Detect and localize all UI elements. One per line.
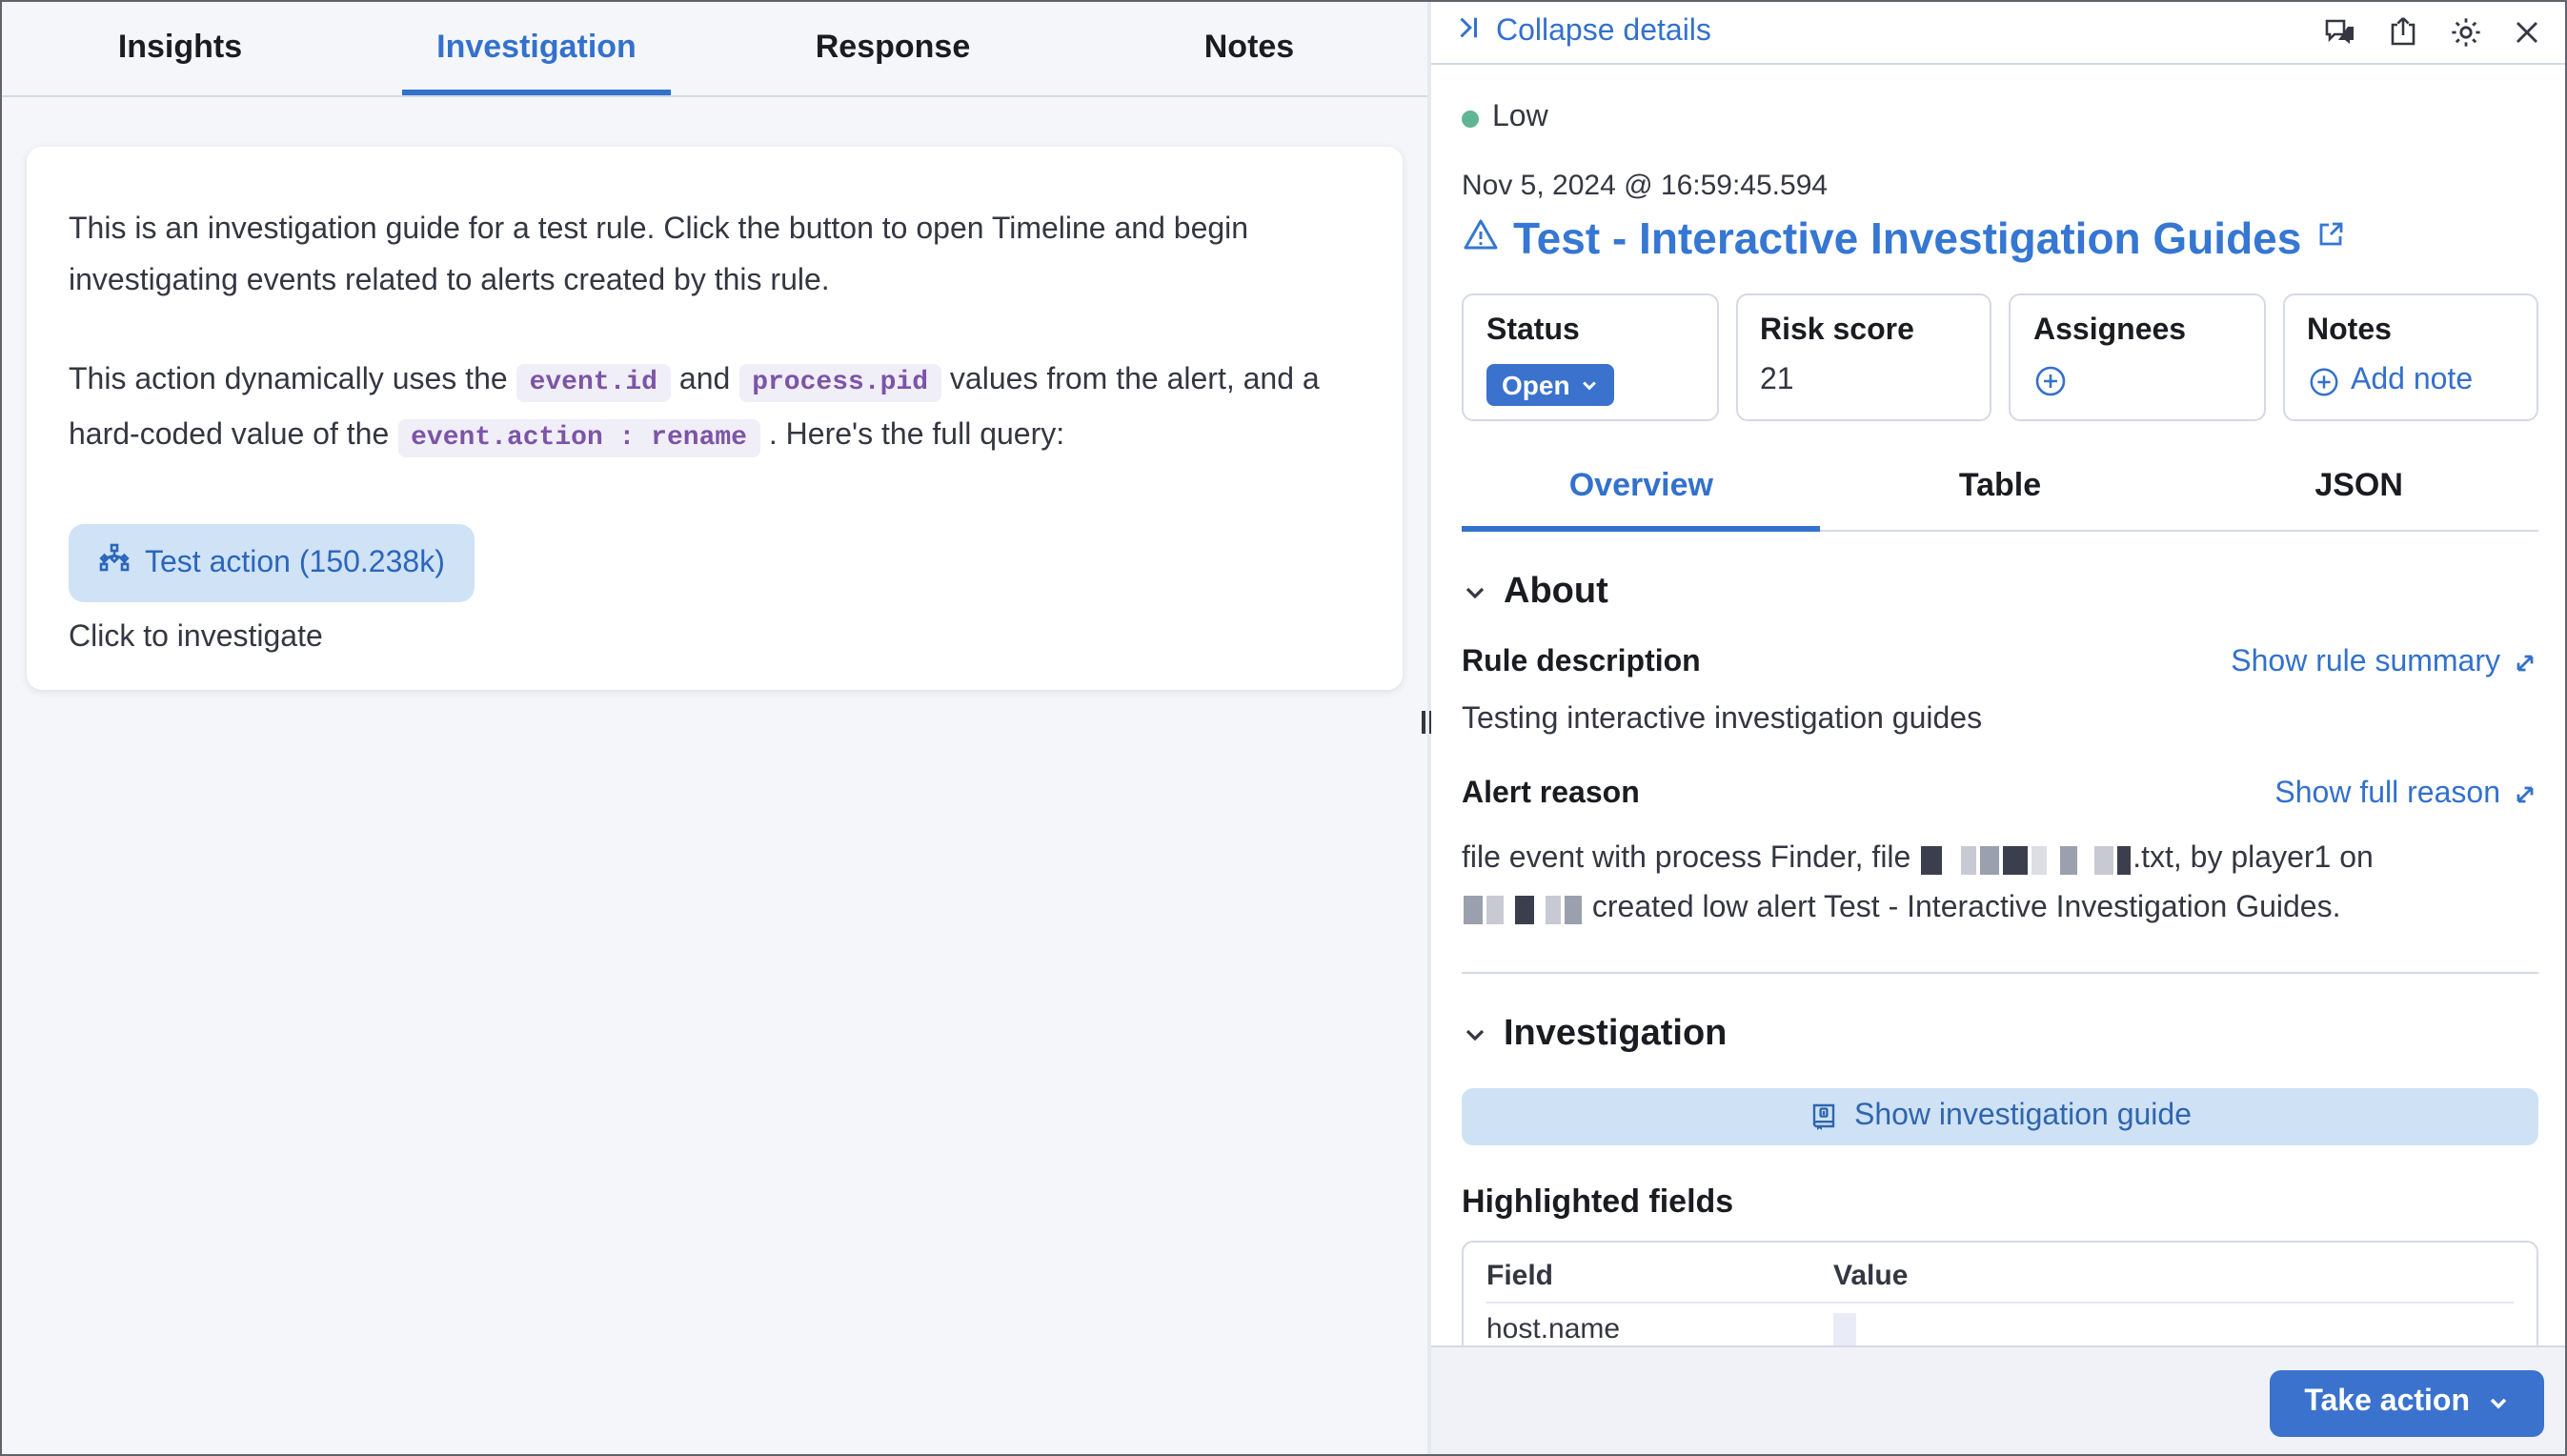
guide-paragraph-1: This is an investigation guide for a tes… [69,204,1361,307]
warning-icon [1462,214,1500,262]
add-note-button[interactable]: Add note [2307,364,2473,398]
status-card: Status Open [1462,293,1718,421]
plus-circle-icon [2033,364,2068,398]
redacted-block [1980,846,1999,875]
flyout-tab-bar: Overview Table JSON [1462,448,2538,532]
redacted-block [1464,896,1483,924]
redacted-block [1486,896,1504,924]
notes-card: Notes Add note [2282,293,2538,421]
redacted-block [2060,846,2077,875]
field-value [1833,1312,2514,1345]
assignees-card: Assignees [2009,293,2265,421]
tab-json[interactable]: JSON [2179,448,2538,532]
gear-icon[interactable] [2449,15,2483,50]
flyout-header-icons [2323,15,2542,50]
alert-title-row: Test - Interactive Investigation Guides [1462,212,2538,265]
close-icon[interactable] [2512,17,2542,48]
show-investigation-guide-button[interactable]: Show investigation guide [1462,1088,2538,1145]
redacted-block [1921,846,1942,875]
tab-notes[interactable]: Notes [1071,4,1427,95]
guide-paragraph-2: This action dynamically uses the event.i… [69,354,1361,465]
left-panel: Insights Investigation Response Notes Th… [2,2,1427,1456]
plus-circle-icon [2307,365,2339,397]
redacted-block [1961,846,1976,875]
flyout-header: Collapse details [1431,2,2567,65]
code-event-id: event.id [516,364,671,402]
severity-row: Low [1462,101,2538,135]
about-section-toggle[interactable]: About [1462,572,2538,614]
redacted-block [1546,896,1561,924]
add-assignee-button[interactable] [2033,364,2068,398]
redacted-block [1515,896,1534,924]
alert-details-flyout: Collapse details [1431,2,2567,1456]
show-full-reason-link[interactable]: Show full reason [2274,778,2538,812]
summary-cards-row: Status Open Risk score 21 Assignees [1462,293,2538,421]
tab-overview[interactable]: Overview [1462,448,1821,532]
redacted-block [2003,846,2028,875]
expand-icon [2512,781,2538,808]
redacted-block [1833,1312,1856,1345]
share-icon[interactable] [2386,15,2420,50]
severity-label: Low [1492,101,1548,135]
risk-score-card: Risk score 21 [1735,293,1991,421]
tab-table[interactable]: Table [1821,448,2180,532]
code-process-pid: process.pid [738,364,941,402]
left-tab-bar: Insights Investigation Response Notes [2,2,1427,97]
app-window: Insights Investigation Response Notes Th… [0,0,2567,1456]
timeline-icon [99,543,130,583]
redacted-block [1565,896,1582,924]
flyout-body: Low Nov 5, 2024 @ 16:59:45.594 Test - In… [1431,67,2567,1345]
status-open-dropdown[interactable]: Open [1486,364,1614,406]
alert-reason-text: file event with process Finder, file .tx… [1462,835,2538,934]
investigation-guide-card: This is an investigation guide for a tes… [27,147,1403,690]
collapse-details-button[interactable]: Collapse details [1454,13,1711,51]
collapse-arrow-icon [1454,13,1483,51]
table-row: host.name [1486,1304,2514,1345]
comments-icon[interactable] [2323,15,2357,50]
investigation-section-toggle[interactable]: Investigation [1462,1014,2538,1056]
redacted-block [2117,846,2131,875]
popout-icon[interactable] [2314,218,2345,258]
chevron-down-icon [1462,1021,1488,1048]
chevron-down-icon [2487,1391,2510,1414]
rule-description-row: Rule description Show rule summary [1462,646,2538,680]
chevron-down-icon [1462,579,1488,606]
tab-investigation[interactable]: Investigation [358,4,715,95]
field-name: host.name [1486,1313,1833,1345]
risk-score-value: 21 [1760,364,1967,398]
tab-response[interactable]: Response [715,4,1071,95]
flyout-footer: Take action [1431,1345,2567,1456]
table-header-row: Field Value [1486,1250,2514,1304]
highlighted-fields-table: Field Value host.name agent.status Healt… [1462,1241,2538,1345]
highlighted-fields-heading: Highlighted fields [1462,1183,2538,1222]
redacted-block [2094,846,2113,875]
book-icon [1809,1102,1839,1132]
code-event-action-rename: event.action : rename [397,419,760,457]
severity-dot-icon [1462,110,1479,127]
section-divider [1462,972,2538,974]
value-column-header: Value [1833,1260,2514,1292]
alert-timestamp: Nov 5, 2024 @ 16:59:45.594 [1462,170,2538,202]
alert-reason-row: Alert reason Show full reason [1462,778,2538,812]
test-action-label: Test action (150.238k) [145,546,445,580]
test-action-button[interactable]: Test action (150.238k) [69,524,475,602]
take-action-button[interactable]: Take action [2270,1369,2544,1436]
field-column-header: Field [1486,1260,1833,1292]
redacted-block [2031,846,2047,875]
tab-insights[interactable]: Insights [2,4,358,95]
expand-icon [2512,650,2538,677]
show-rule-summary-link[interactable]: Show rule summary [2231,646,2538,680]
alert-rule-title-link[interactable]: Test - Interactive Investigation Guides [1513,212,2301,265]
chevron-down-icon [1580,375,1599,394]
rule-description-text: Testing interactive investigation guides [1462,696,2538,745]
click-to-investigate-caption: Click to investigate [69,621,1361,656]
